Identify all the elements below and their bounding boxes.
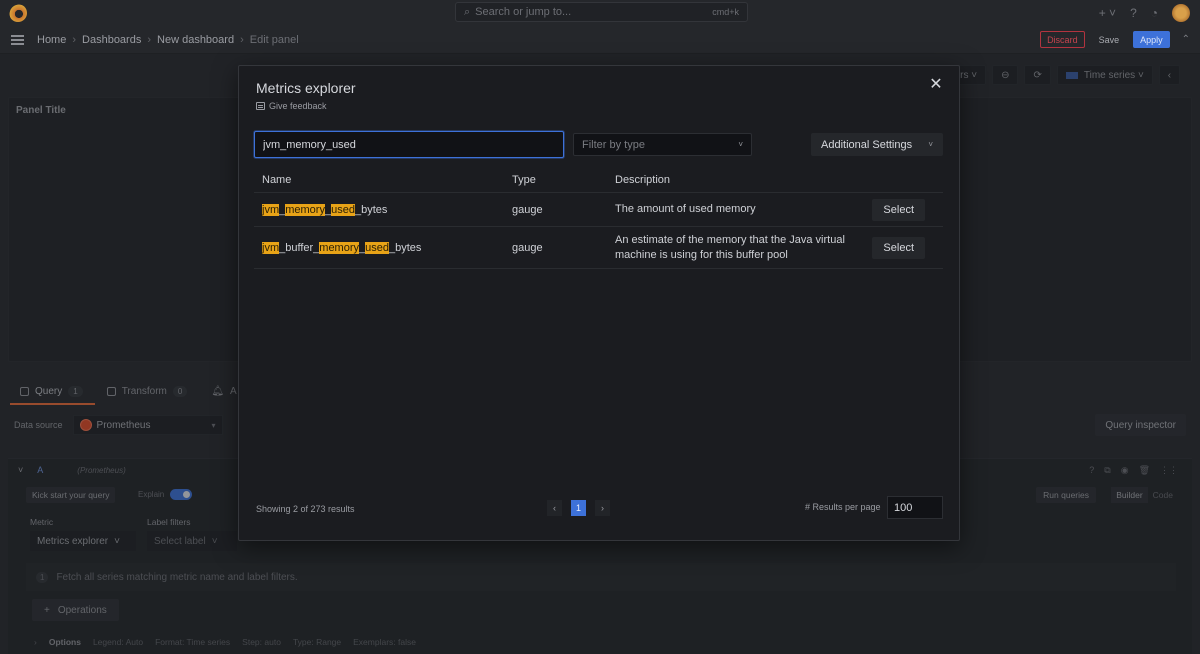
user-avatar[interactable]	[1172, 4, 1190, 22]
nav-bar: Home › Dashboards › New dashboard › Edit…	[0, 26, 1200, 54]
metrics-table: Name Type Description jvm_memory_used_by…	[254, 168, 943, 269]
search-match-highlight: memory	[319, 241, 360, 254]
comment-icon	[256, 102, 265, 110]
search-icon: ⌕	[464, 5, 471, 18]
column-type: Type	[512, 174, 536, 186]
close-icon[interactable]: ✕	[929, 77, 943, 93]
table-row: jvm_memory_used_bytes gauge The amount o…	[254, 193, 943, 227]
apply-button[interactable]: Apply	[1133, 31, 1170, 48]
metric-name-segment: _bytes	[389, 241, 422, 254]
page-1-button[interactable]: 1	[571, 500, 586, 516]
breadcrumb-home[interactable]: Home	[37, 34, 66, 46]
table-row: jvm_buffer_memory_used_bytes gauge An es…	[254, 227, 943, 269]
column-name: Name	[262, 174, 292, 186]
metric-search-input[interactable]	[254, 131, 564, 158]
help-icon[interactable]: ?	[1130, 6, 1137, 20]
pagination: ‹ 1 ›	[547, 500, 610, 516]
results-count: Showing 2 of 273 results	[256, 504, 355, 514]
breadcrumb-dashboards[interactable]: Dashboards	[82, 34, 141, 46]
previous-page-button[interactable]: ‹	[547, 500, 562, 516]
discard-button[interactable]: Discard	[1040, 31, 1085, 48]
select-metric-button[interactable]: Select	[872, 236, 925, 259]
results-per-page-label: # Results per page	[805, 502, 881, 512]
top-bar: ⌕ Search or jump to... cmd+k + ˅ ? ◔	[0, 0, 1200, 26]
breadcrumb-separator: ›	[147, 34, 152, 46]
type-filter-select[interactable]: Filter by type ˅	[573, 133, 752, 156]
add-menu-button[interactable]: + ˅	[1099, 6, 1116, 20]
give-feedback-link[interactable]: Give feedback	[256, 101, 327, 111]
metric-description: The amount of used memory	[615, 203, 756, 215]
select-metric-button[interactable]: Select	[872, 198, 925, 221]
additional-settings-button[interactable]: Additional Settings ˅	[811, 133, 943, 156]
column-description: Description	[615, 173, 671, 186]
search-match-highlight: jvm	[262, 203, 280, 216]
global-search-input[interactable]: ⌕ Search or jump to... cmd+k	[455, 2, 748, 22]
search-match-highlight: used	[331, 203, 355, 216]
search-match-highlight: memory	[285, 203, 325, 216]
save-button[interactable]: Save	[1093, 31, 1126, 48]
metric-type: gauge	[512, 241, 543, 254]
search-shortcut: cmd+k	[712, 7, 739, 17]
table-header: Name Type Description	[254, 168, 943, 193]
metric-type: gauge	[512, 203, 543, 216]
grafana-logo-icon[interactable]	[9, 4, 27, 22]
metric-description: An estimate of the memory that the Java …	[615, 233, 845, 261]
chevron-down-icon: ˅	[928, 140, 933, 149]
breadcrumb: Home › Dashboards › New dashboard › Edit…	[37, 34, 299, 46]
metrics-explorer-modal: Metrics explorer ✕ Give feedback Filter …	[238, 65, 960, 541]
next-page-button[interactable]: ›	[595, 500, 610, 516]
breadcrumb-edit-panel: Edit panel	[249, 34, 299, 46]
breadcrumb-separator: ›	[240, 34, 244, 46]
modal-title: Metrics explorer	[256, 80, 356, 96]
collapse-icon[interactable]: ⌃	[1182, 34, 1190, 45]
results-per-page-input[interactable]	[887, 496, 943, 519]
news-icon[interactable]: ◔	[1151, 6, 1158, 20]
metric-name: jvm_buffer_memory_used_bytes	[254, 241, 512, 254]
search-match-highlight: used	[365, 241, 389, 254]
metric-name-segment: _buffer_	[279, 241, 320, 254]
search-match-highlight: jvm	[262, 241, 280, 254]
menu-icon[interactable]	[11, 35, 24, 45]
breadcrumb-separator: ›	[72, 34, 77, 46]
metric-name: jvm_memory_used_bytes	[254, 203, 512, 216]
chevron-down-icon: ˅	[738, 140, 743, 149]
breadcrumb-new-dashboard[interactable]: New dashboard	[157, 34, 234, 46]
metric-name-segment: _bytes	[354, 203, 388, 216]
